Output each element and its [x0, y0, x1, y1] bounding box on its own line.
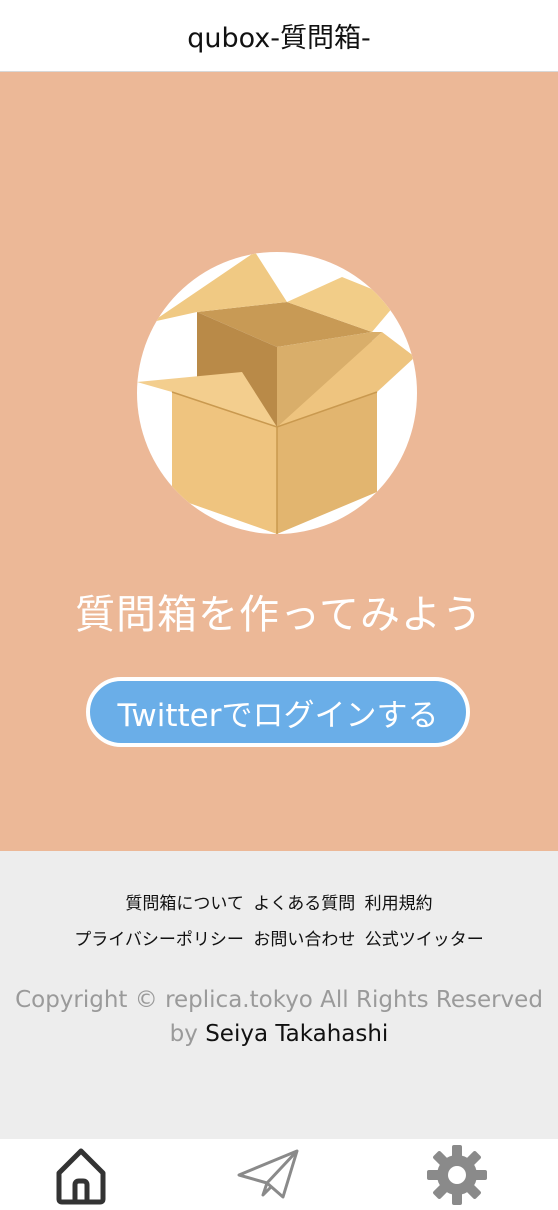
link-official-twitter[interactable]: 公式ツイッター	[365, 930, 484, 950]
copyright-text: Copyright © replica.tokyo All Rights Res…	[15, 987, 543, 1013]
footer-links-row1: 質問箱について よくある質問 利用規約	[0, 889, 558, 914]
link-terms[interactable]: 利用規約	[365, 894, 433, 914]
author-name: Seiya Takahashi	[205, 1021, 389, 1047]
tab-settings[interactable]	[397, 1139, 517, 1210]
by-label: by	[169, 1021, 198, 1047]
link-contact[interactable]: お問い合わせ	[253, 930, 355, 950]
cardboard-box-icon	[137, 252, 415, 534]
hero-title: 質問箱を作ってみよう	[75, 592, 483, 638]
hero-section: 質問箱を作ってみよう Twitterでログインする	[0, 72, 558, 851]
footer: 質問箱について よくある質問 利用規約 プライバシーポリシー お問い合わせ 公式…	[0, 851, 558, 1139]
bottom-tab-bar	[0, 1139, 558, 1210]
paper-plane-icon	[237, 1149, 299, 1198]
link-about[interactable]: 質問箱について	[125, 894, 244, 914]
footer-links-row2: プライバシーポリシー お問い合わせ 公式ツイッター	[0, 925, 558, 950]
byline: by Seiya Takahashi	[0, 1021, 558, 1047]
gear-icon	[427, 1144, 487, 1205]
app-title: qubox-質問箱-	[187, 23, 371, 54]
cardboard-box-illustration	[137, 252, 417, 534]
home-icon	[56, 1148, 106, 1204]
tab-home[interactable]	[21, 1139, 141, 1210]
app-header: qubox-質問箱-	[0, 0, 558, 72]
twitter-login-button[interactable]: Twitterでログインする	[86, 677, 470, 747]
link-faq[interactable]: よくある質問	[253, 894, 355, 914]
link-privacy-policy[interactable]: プライバシーポリシー	[74, 930, 244, 950]
tab-send[interactable]	[209, 1139, 329, 1210]
